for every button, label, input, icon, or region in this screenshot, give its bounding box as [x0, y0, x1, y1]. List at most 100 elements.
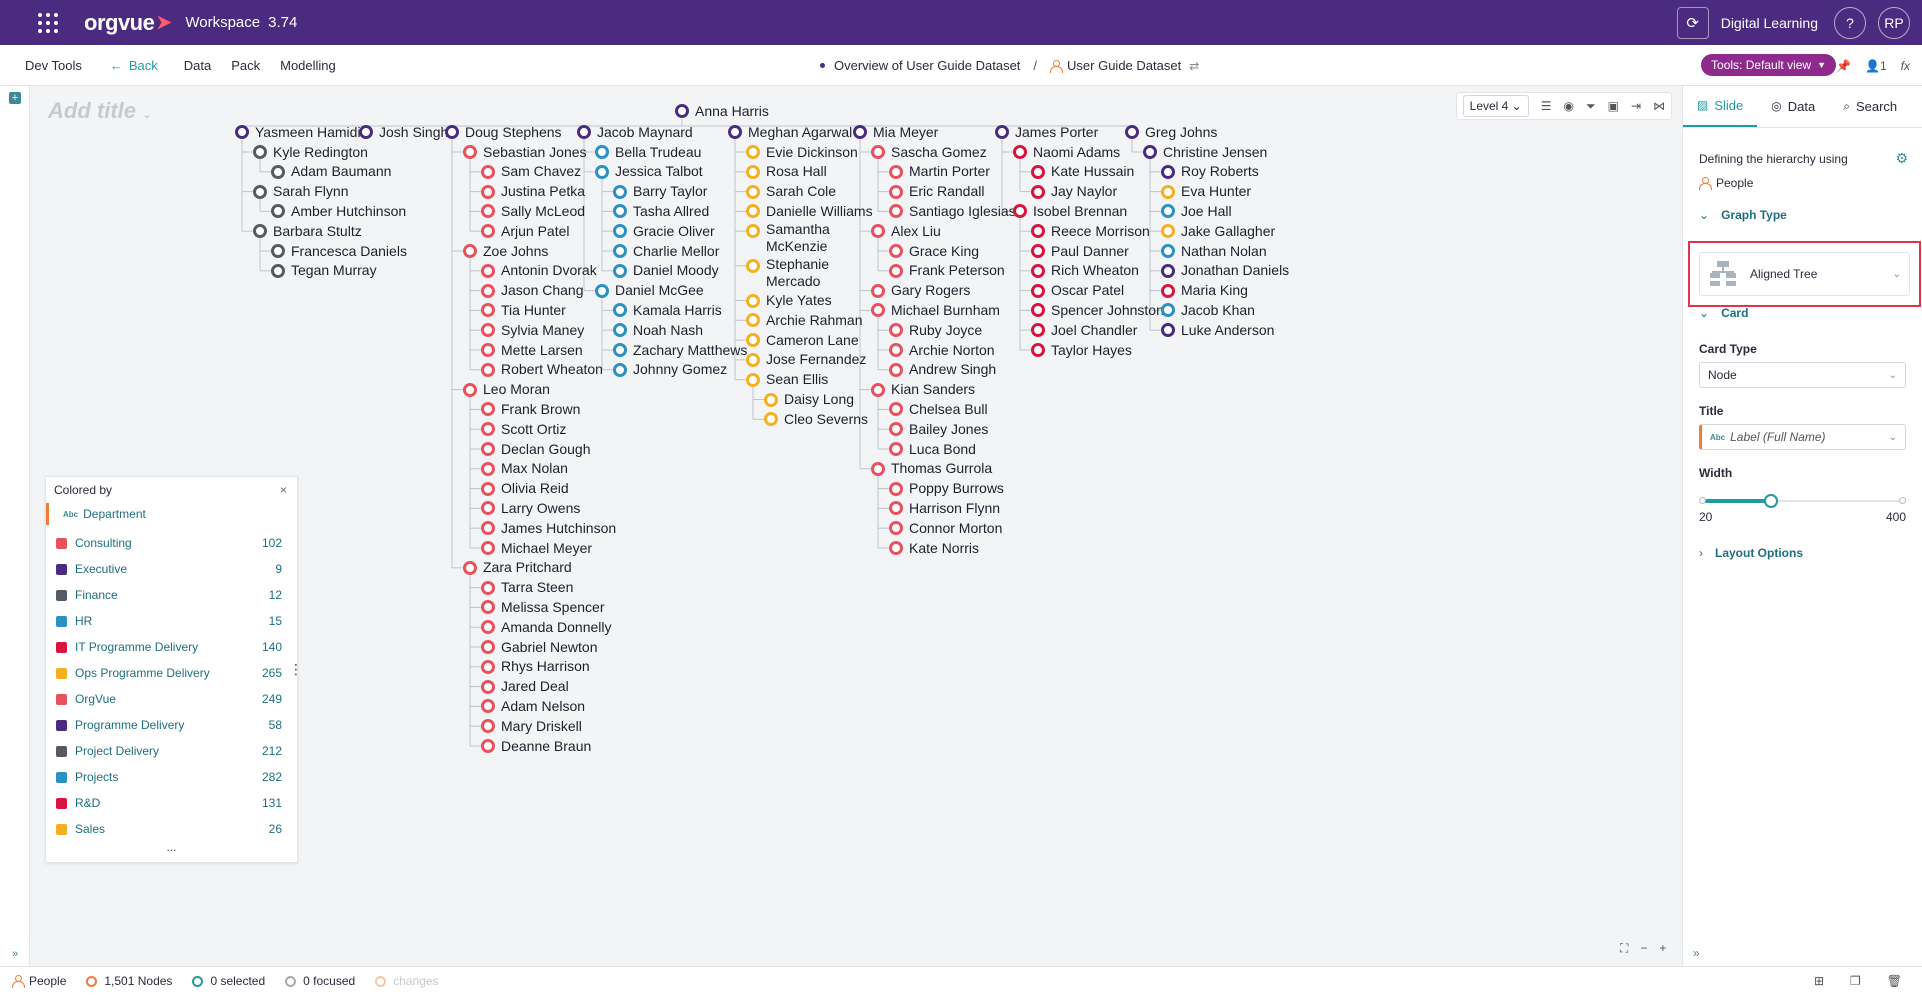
tree-node[interactable]: Thomas Gurrola — [871, 459, 992, 479]
sync-icon[interactable]: ⟳ — [1676, 6, 1709, 39]
tree-node[interactable]: Luke Anderson — [1161, 320, 1274, 340]
tree-node[interactable]: Sean Ellis — [746, 370, 828, 390]
tree-node[interactable]: Mia Meyer — [853, 122, 938, 142]
tree-node[interactable]: Andrew Singh — [889, 360, 996, 380]
tree-node[interactable]: Scott Ortiz — [481, 419, 566, 439]
legend-item[interactable]: Executive 9 — [46, 556, 297, 582]
tree-node[interactable]: Leo Moran — [463, 380, 550, 400]
tree-node[interactable]: Michael Burnham — [871, 300, 1000, 320]
tree-node[interactable]: Barbara Stultz — [253, 221, 362, 241]
tree-node[interactable]: Sylvia Maney — [481, 320, 584, 340]
tree-node[interactable]: Jose Fernandez — [746, 350, 866, 370]
tree-node[interactable]: Archie Norton — [889, 340, 995, 360]
fit-screen-icon[interactable]: ⛶ — [1620, 941, 1628, 956]
tree-node[interactable]: Antonin Dvorak — [481, 261, 597, 281]
graph-type-section[interactable]: ⌄ Graph Type — [1699, 208, 1922, 222]
data-menu[interactable]: Data — [184, 58, 211, 73]
refresh-icon[interactable]: ⇄ — [1189, 59, 1199, 73]
tree-node[interactable]: Kate Hussain — [1031, 162, 1134, 182]
legend-item[interactable]: Consulting 102 — [46, 530, 297, 556]
width-slider[interactable] — [1699, 494, 1906, 508]
legend-item[interactable]: IT Programme Delivery 140 — [46, 634, 297, 660]
tree-node[interactable]: Jay Naylor — [1031, 182, 1117, 202]
tree-node[interactable]: Eric Randall — [889, 182, 984, 202]
tree-node[interactable]: Rich Wheaton — [1031, 261, 1139, 281]
tree-node[interactable]: Kyle Yates — [746, 291, 832, 311]
add-icon[interactable]: + — [9, 92, 21, 104]
card-section[interactable]: ⌄ Card — [1699, 306, 1922, 320]
tree-node[interactable]: Justina Petka — [481, 182, 585, 202]
orgvue-logo[interactable]: orgvue — [84, 10, 172, 36]
slider-thumb[interactable] — [1763, 494, 1778, 508]
tree-node[interactable]: Adam Nelson — [481, 696, 585, 716]
formula-icon[interactable]: fx — [1901, 59, 1910, 73]
tree-node[interactable]: Michael Meyer — [481, 538, 592, 558]
card-type-select[interactable]: Node ⌄ — [1699, 362, 1906, 388]
tree-node[interactable]: Luca Bond — [889, 439, 976, 459]
tree-node[interactable]: Daisy Long — [764, 390, 854, 410]
tree-node[interactable]: Stephanie Mercado — [746, 256, 848, 292]
pack-menu[interactable]: Pack — [231, 58, 260, 73]
tree-node[interactable]: Sally McLeod — [481, 201, 585, 221]
tree-node[interactable]: Joel Chandler — [1031, 320, 1137, 340]
tree-node[interactable]: Roy Roberts — [1161, 162, 1259, 182]
tree-node[interactable]: Santiago Iglesias — [889, 201, 1016, 221]
legend-item[interactable]: HR 15 — [46, 608, 297, 634]
legend-item[interactable]: Finance 12 — [46, 582, 297, 608]
tree-node[interactable]: Kate Norris — [889, 538, 979, 558]
delete-icon[interactable]: 🗑 — [1887, 974, 1902, 988]
tree-node[interactable]: Jacob Khan — [1161, 300, 1255, 320]
tree-node[interactable]: Amanda Donnelly — [481, 617, 612, 637]
tree-node[interactable]: Sebastian Jones — [463, 142, 587, 162]
legend-more[interactable]: ... — [46, 841, 297, 853]
tree-node[interactable]: Bella Trudeau — [595, 142, 701, 162]
avatar[interactable]: RP — [1878, 6, 1910, 39]
tree-node[interactable]: Amber Hutchinson — [271, 201, 406, 221]
tree-node[interactable]: Bailey Jones — [889, 419, 988, 439]
tree-node[interactable]: Barry Taylor — [613, 182, 707, 202]
expand-left-icon[interactable]: » — [12, 948, 18, 960]
tree-node[interactable]: Jonathan Daniels — [1161, 261, 1289, 281]
close-icon[interactable]: × — [280, 483, 287, 497]
tree-node[interactable]: Samantha McKenzie — [746, 221, 848, 257]
status-nodes[interactable]: 1,501 Nodes — [86, 974, 172, 988]
legend-item[interactable]: Sales 26 — [46, 816, 297, 842]
tree-node[interactable]: Cleo Severns — [764, 409, 868, 429]
title-select[interactable]: Abc Label (Full Name) ⌄ — [1699, 424, 1906, 450]
zoom-in-icon[interactable]: + — [1659, 941, 1666, 956]
tree-node[interactable]: Max Nolan — [481, 459, 568, 479]
tree-node[interactable]: Tarra Steen — [481, 578, 573, 598]
apps-grid-icon[interactable] — [24, 0, 72, 45]
tree-node[interactable]: Melissa Spencer — [481, 597, 605, 617]
tree-node[interactable]: Kyle Redington — [253, 142, 368, 162]
tree-node[interactable]: Mette Larsen — [481, 340, 583, 360]
tree-node[interactable]: Kamala Harris — [613, 300, 722, 320]
tree-node[interactable]: Martin Porter — [889, 162, 990, 182]
status-focused[interactable]: 0 focused — [285, 974, 355, 988]
tree-node[interactable]: Jared Deal — [481, 677, 569, 697]
legend-item[interactable]: R&D 131 — [46, 790, 297, 816]
dev-tools-menu[interactable]: Dev Tools — [25, 58, 82, 73]
tree-node[interactable]: Tia Hunter — [481, 300, 566, 320]
tree-node[interactable]: Christine Jensen — [1143, 142, 1267, 162]
tree-node[interactable]: Gary Rogers — [871, 281, 970, 301]
tools-view-dropdown[interactable]: Tools: Default view ▼ — [1701, 54, 1836, 76]
tree-node[interactable]: Alex Liu — [871, 221, 941, 241]
tree-node[interactable]: Rhys Harrison — [481, 657, 590, 677]
tree-node[interactable]: Zoe Johns — [463, 241, 548, 261]
tree-node[interactable]: Naomi Adams — [1013, 142, 1120, 162]
tree-node[interactable]: Larry Owens — [481, 498, 580, 518]
tree-node[interactable]: Maria King — [1161, 281, 1248, 301]
legend-item[interactable]: Project Delivery 212 — [46, 738, 297, 764]
tree-node[interactable]: Spencer Johnston — [1031, 300, 1164, 320]
tree-node[interactable]: Mary Driskell — [481, 716, 582, 736]
tree-node[interactable]: Taylor Hayes — [1031, 340, 1132, 360]
tree-node[interactable]: Sam Chavez — [481, 162, 581, 182]
tree-node[interactable]: Danielle Williams — [746, 201, 873, 221]
pin-icon[interactable]: 📌 — [1836, 59, 1851, 73]
users-icon[interactable]: 👤1 — [1865, 59, 1887, 73]
tree-node[interactable]: Tasha Allred — [613, 201, 709, 221]
tree-node[interactable]: Isobel Brennan — [1013, 201, 1127, 221]
zoom-out-icon[interactable]: − — [1640, 941, 1647, 956]
tree-node[interactable]: Greg Johns — [1125, 122, 1217, 142]
